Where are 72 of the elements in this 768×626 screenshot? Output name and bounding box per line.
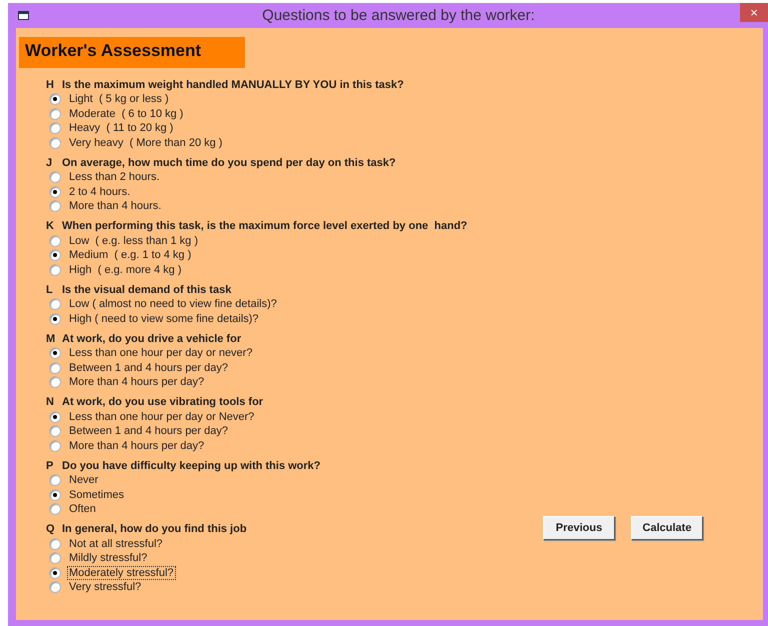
radio-button[interactable] (49, 136, 61, 149)
option-label[interactable]: 2 to 4 hours. (67, 184, 132, 199)
question-letter: H (46, 78, 55, 90)
question-letter: J (46, 156, 54, 168)
option-label[interactable]: Less than one hour per day or never? (67, 346, 254, 360)
radio-button[interactable] (49, 538, 61, 550)
question-letter: P (46, 460, 54, 472)
radio-button[interactable] (49, 171, 61, 184)
question-text: At work, do you drive a vehicle for (62, 332, 242, 344)
question-letter: N (46, 396, 55, 408)
radio-button[interactable] (49, 440, 61, 452)
question-text: In general, how do you find this job (62, 523, 247, 535)
close-button[interactable]: × (740, 3, 768, 22)
option-label[interactable]: Very stressful? (67, 580, 144, 594)
radio-button[interactable] (49, 93, 61, 106)
question-text: On average, how much time do you spend per day on this task? (62, 156, 396, 168)
question-letter: M (46, 332, 56, 344)
radio-button[interactable] (49, 200, 61, 212)
radio-button[interactable] (49, 503, 61, 516)
option-label[interactable]: Less than one hour per day or Never? (67, 410, 256, 424)
option-label[interactable]: Moderately stressful? (67, 566, 176, 580)
question-text: Is the visual demand of this task (62, 284, 232, 296)
radio-button[interactable] (49, 264, 61, 276)
question-text: When performing this task, is the maximum force level exerted by one hand? (62, 220, 468, 232)
radio-button[interactable] (49, 566, 61, 579)
radio-button[interactable] (49, 410, 61, 423)
option-label[interactable]: Between 1 and 4 hours per day? (67, 360, 230, 375)
radio-button[interactable] (49, 376, 61, 388)
option-label[interactable]: Very heavy ( More than 20 kg ) (67, 136, 224, 150)
question-text: Do you have difficulty keeping up with this work? (62, 460, 321, 472)
radio-button[interactable] (49, 298, 61, 310)
option-label[interactable]: Medium ( e.g. 1 to 4 kg ) (67, 248, 194, 262)
radio-button[interactable] (49, 347, 61, 360)
radio-button[interactable] (49, 362, 61, 374)
radio-button[interactable] (49, 425, 61, 438)
option-label[interactable]: Often (67, 502, 98, 516)
option-label[interactable]: Moderate ( 6 to 10 kg ) (67, 106, 186, 121)
option-label[interactable]: Mildly stressful? (67, 551, 150, 566)
radio-button[interactable] (49, 122, 61, 134)
radio-button[interactable] (49, 186, 61, 198)
option-label[interactable]: More than 4 hours. (67, 199, 164, 214)
option-label[interactable]: Low ( almost no need to view fine details)? (67, 297, 279, 312)
option-label[interactable]: Never (67, 473, 100, 488)
option-label[interactable]: Light ( 5 kg or less ) (67, 92, 171, 106)
radio-button[interactable] (49, 581, 61, 594)
question-text: At work, do you use vibrating tools for (62, 396, 264, 408)
option-label[interactable]: More than 4 hours per day? (67, 375, 206, 390)
question-letter: L (46, 284, 54, 296)
radio-button[interactable] (49, 312, 61, 325)
window-icon (18, 11, 29, 20)
window-title: Questions to be answered by the worker: (262, 7, 535, 24)
radio-button[interactable] (49, 552, 61, 564)
calculate-button[interactable]: Calculate (631, 516, 703, 540)
question-text: Is the maximum weight handled MANUALLY BY YOU in this task? (62, 78, 404, 90)
option-label[interactable]: Low ( e.g. less than 1 kg ) (67, 234, 200, 248)
option-label[interactable]: High ( need to view some fine details)? (67, 312, 261, 326)
question-letter: Q (46, 523, 56, 535)
option-label[interactable]: Heavy ( 11 to 20 kg ) (67, 121, 176, 136)
option-label[interactable]: Not at all stressful? (67, 536, 165, 551)
radio-button[interactable] (49, 488, 61, 501)
radio-button[interactable] (49, 234, 61, 247)
option-label[interactable]: High ( e.g. more 4 kg ) (67, 262, 184, 277)
option-label[interactable]: Sometimes (67, 488, 126, 502)
form-heading: Worker's Assessment (19, 37, 245, 68)
previous-button[interactable]: Previous (543, 516, 615, 540)
radio-button[interactable] (49, 249, 61, 262)
radio-button[interactable] (49, 108, 61, 120)
radio-button[interactable] (49, 474, 61, 486)
option-label[interactable]: Between 1 and 4 hours per day? (67, 424, 230, 438)
option-label[interactable]: More than 4 hours per day? (67, 438, 206, 453)
question-letter: K (46, 220, 55, 232)
option-label[interactable]: Less than 2 hours. (67, 170, 162, 184)
